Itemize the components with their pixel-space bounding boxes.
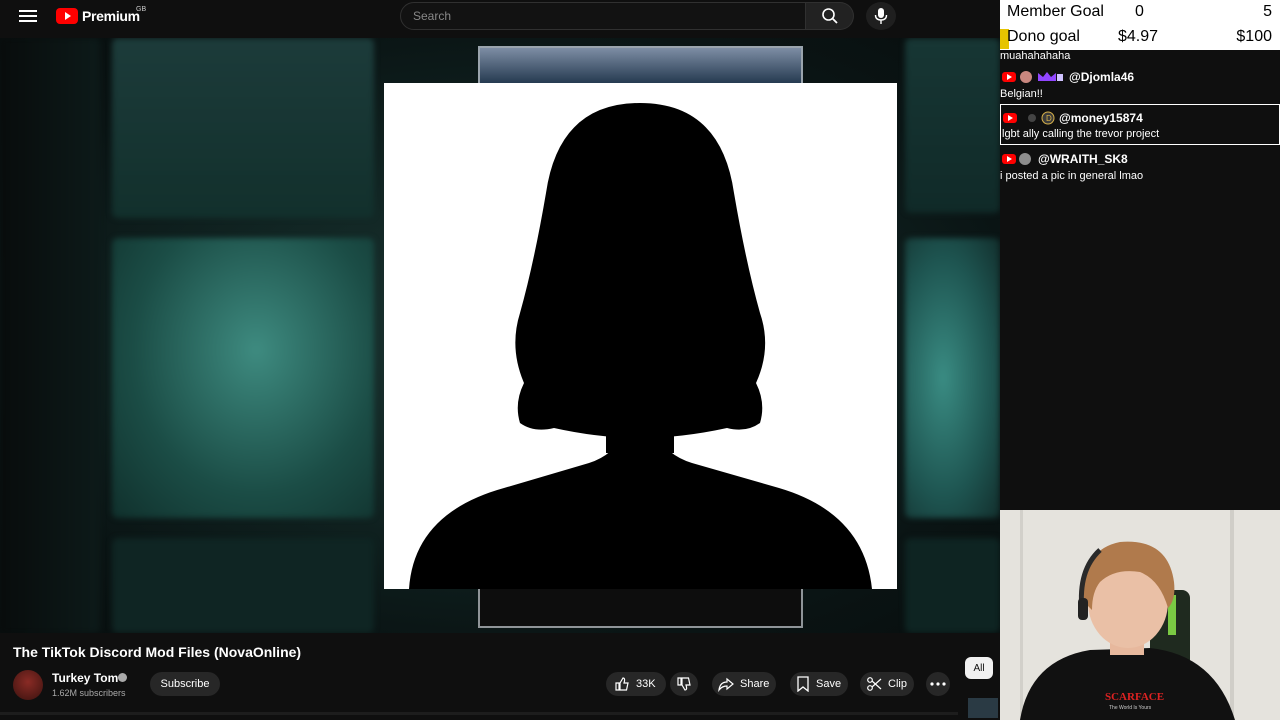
youtube-badge-icon [1002,154,1016,164]
youtube-premium-logo[interactable]: Premium [56,8,140,24]
chat-message: @Djomla46 Belgian!! [1000,70,1280,106]
chat-username: @money15874 [1059,111,1143,125]
bookmark-icon [797,676,809,692]
chat-message-text: lgbt ally calling the trevor project [1002,128,1160,140]
clip-label: Clip [888,678,907,690]
share-label: Share [740,678,770,690]
share-icon [718,677,734,692]
dono-goal-row: Dono goal $4.97 $100 [1000,25,1280,50]
voice-search-button[interactable] [866,2,896,30]
search-icon [821,8,838,24]
background-tile [0,38,100,633]
chat-username: @WRAITH_SK8 [1038,152,1128,166]
youtube-badge-icon [1003,113,1017,123]
frame-edge-bottom [478,586,803,628]
dono-goal-current: $4.97 [1118,28,1159,45]
background-tile [905,538,1000,633]
silhouette-icon [409,103,872,589]
like-button[interactable]: 33K [606,672,666,696]
thumbs-down-icon [677,677,691,691]
member-goal-label: Member Goal [1007,3,1104,20]
search-button[interactable] [806,2,854,30]
background-tile [905,238,1000,518]
chat-message: muahahahaha [1000,50,1280,64]
more-horizontal-icon [930,682,946,686]
dislike-button[interactable] [670,672,698,696]
background-tile [905,38,1000,213]
chat-message-highlighted: D @money15874 lgbt ally calling the trev… [1000,111,1280,147]
chat-message-text: i posted a pic in general lmao [1000,170,1144,182]
menu-icon[interactable] [16,4,40,28]
save-button[interactable]: Save [790,672,848,696]
channel-name[interactable]: Turkey Tom [52,671,118,685]
subscribe-button[interactable]: Subscribe [150,672,220,696]
clip-button[interactable]: Clip [860,672,914,696]
search-input[interactable] [400,2,806,30]
microphone-icon [874,8,888,24]
webcam-feed: SCARFACE The World Is Yours [1000,510,1280,720]
dono-goal-label: Dono goal [1007,28,1080,45]
video-title: The TikTok Discord Mod Files (NovaOnline… [13,644,302,660]
background-tile [112,538,374,633]
chat-message: @WRAITH_SK8 i posted a pic in general lm… [1000,152,1280,188]
chat-message-text: muahahahaha [1000,50,1071,62]
streamer-figure: SCARFACE The World Is Yours [1000,510,1280,720]
chat-username: @Djomla46 [1069,70,1135,84]
goal-tracker: Member Goal 0 5 Dono goal $4.97 $100 [1000,0,1280,50]
profile-placeholder-image [384,83,897,589]
share-button[interactable]: Share [712,672,776,696]
shirt-print-subtext: The World Is Yours [1109,705,1152,711]
member-goal-current: 0 [1135,3,1144,20]
dono-goal-target: $100 [1236,28,1272,45]
more-actions-button[interactable] [926,672,950,696]
member-badge-icon [1036,70,1064,84]
svg-text:D: D [1046,114,1052,123]
user-avatar [1019,153,1031,165]
youtube-badge-icon [1002,72,1016,82]
scissors-icon [867,677,882,691]
subscriber-count: 1.62M subscribers [52,688,126,698]
user-avatar [1020,71,1032,83]
background-tile [112,38,374,218]
divider [0,712,958,715]
save-label: Save [816,678,842,690]
background-tile [112,238,374,518]
member-goal-target: 5 [1263,3,1272,20]
member-goal-row: Member Goal 0 5 [1000,0,1280,25]
donor-badge-icon: D [1022,111,1058,125]
shirt-print-text: SCARFACE [1105,691,1164,703]
logo-text: Premium [82,8,140,24]
filter-chip-all[interactable]: All [965,657,993,679]
recommended-thumbnail[interactable] [968,698,998,718]
thumbs-up-icon [615,677,629,691]
region-label: GB [136,6,147,13]
like-count: 33K [636,678,656,690]
youtube-logo-icon [56,8,78,24]
chat-message-text: Belgian!! [1000,88,1043,100]
verified-icon [118,673,127,682]
channel-avatar[interactable] [13,670,43,700]
frame-edge-top [478,46,803,86]
video-player[interactable] [0,38,1000,633]
